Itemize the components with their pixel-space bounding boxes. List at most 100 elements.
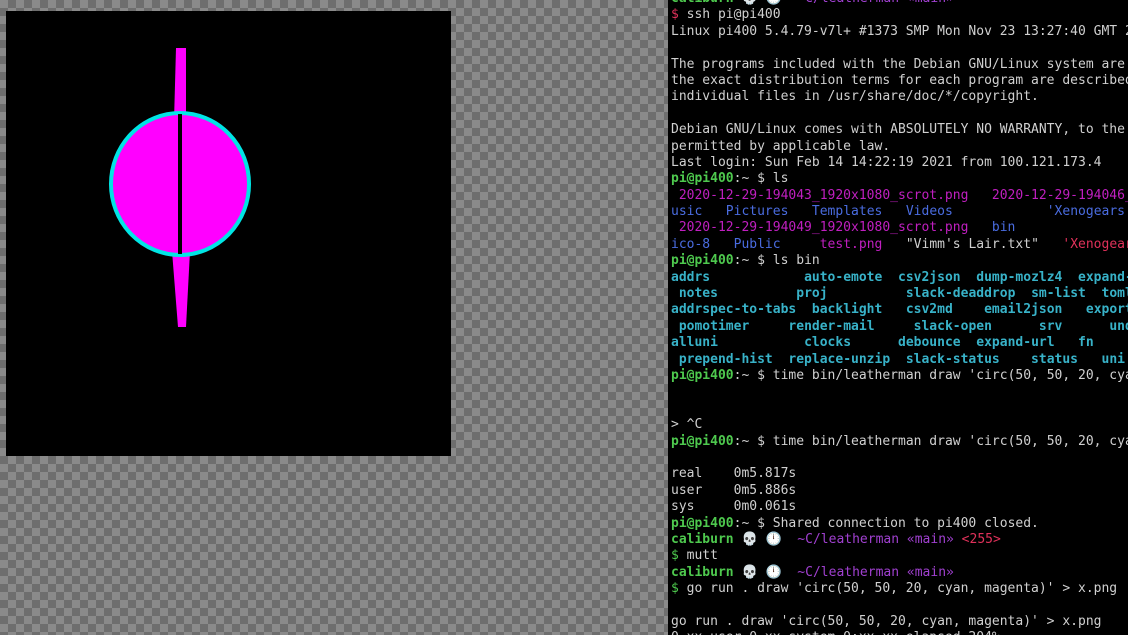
terminal-text: :~ $ (733, 367, 773, 383)
skull-clock-icons: 💀 🕛 (741, 531, 782, 547)
skull-clock-icons: 💀 🕛 (741, 0, 781, 6)
terminal-line: $ mutt (671, 548, 1128, 564)
terminal-text: 'Xenogears' (1046, 204, 1128, 220)
terminal-line: real 0m5.817s (671, 466, 1128, 482)
terminal-line: the exact distribution terms for each pr… (671, 73, 1128, 89)
terminal-line: pi@pi400:~ $ ls (671, 171, 1128, 187)
terminal-line: usic Pictures Templates Videos 'Xenogear… (671, 204, 1128, 220)
terminal-text: user 0m5.886s (671, 482, 797, 498)
terminal-text: mutt (686, 548, 718, 564)
terminal-text: Pictures (725, 204, 789, 220)
terminal-text: 2020-12-29-194049_1920x1080_scrot.png (671, 220, 969, 236)
terminal-text: proj (796, 286, 828, 302)
terminal-text: ico-8 (671, 236, 711, 252)
terminal-text: time bin/leatherman draw 'circ(50, 50, 2… (772, 433, 1128, 449)
terminal-text: individual files in /usr/share/doc/*/cop… (671, 89, 1039, 105)
terminal-text: pi@pi400 (671, 515, 734, 531)
terminal-text: :~ $ (733, 433, 773, 449)
terminal-line: prepend-hist replace-unzip slack-status … (671, 352, 1128, 368)
terminal-text: slack-deaddrop (905, 286, 1016, 302)
terminal-line: notes proj slack-deaddrop sm-list toml2j… (671, 286, 1128, 302)
terminal-text: real 0m5.817s (671, 466, 797, 482)
terminal-text: > ^C (671, 417, 703, 433)
terminal-text: caliburn (671, 531, 742, 547)
terminal-line: Last login: Sun Feb 14 14:22:19 2021 fro… (671, 155, 1128, 171)
terminal-text: usic (671, 204, 703, 220)
terminal-window[interactable]: caliburn 💀 🕛 ~C/leatherman «main»$ ssh p… (668, 0, 1128, 635)
terminal-text: pi@pi400 (671, 367, 734, 383)
terminal-text: 'Xenogears' (1062, 236, 1128, 252)
terminal-line: pi@pi400:~ $ time bin/leatherman draw 'c… (671, 434, 1128, 450)
terminal-line: ico-8 Public test.png "Vimm's Lair.txt" … (671, 237, 1128, 253)
skull-clock-icons: 💀 🕛 (741, 564, 782, 580)
terminal-text: auto-emote (804, 269, 883, 285)
terminal-text: pomotimer (671, 318, 750, 334)
terminal-line: addrspec-to-tabs backlight csv2md email2… (671, 302, 1128, 318)
terminal-text: export-bamboohr (1085, 302, 1128, 318)
terminal-text: :~ $ (733, 515, 773, 531)
terminal-text: notes (671, 286, 718, 302)
image-viewer-window (6, 11, 451, 456)
terminal-text: caliburn (671, 0, 741, 6)
terminal-line: sys 0m0.061s (671, 499, 1128, 515)
terminal-text: Videos (905, 204, 953, 220)
terminal-text: ls bin (772, 253, 820, 269)
terminal-line: The programs included with the Debian GN… (671, 57, 1128, 73)
terminal-line: permitted by applicable law. (671, 139, 1128, 155)
terminal-text: csv2md (905, 302, 953, 318)
terminal-line: caliburn 💀 🕛 ~C/leatherman «main» (671, 0, 1128, 7)
terminal-text: prepend-hist (671, 351, 773, 367)
terminal-text: <255> (961, 531, 1001, 547)
terminal-line: pi@pi400:~ $ time bin/leatherman draw 'c… (671, 368, 1128, 384)
terminal-text: clocks (804, 335, 852, 351)
drip-top (174, 48, 186, 121)
terminal-line: Linux pi400 5.4.79-v7l+ #1373 SMP Mon No… (671, 24, 1128, 40)
terminal-text: 0.xx user 0.xx system 0:xx.xx elapsed 20… (671, 630, 1000, 635)
terminal-text: fn (1078, 335, 1094, 351)
terminal-text: the exact distribution terms for each pr… (671, 72, 1128, 88)
terminal-text: Templates (811, 204, 883, 220)
terminal-text: backlight (811, 302, 883, 318)
terminal-text: uni (1101, 351, 1125, 367)
terminal-text: ~C/leatherman «main» (782, 0, 954, 6)
terminal-text: toml2json (1101, 286, 1128, 302)
terminal-line: caliburn 💀 🕛 ~C/leatherman «main» <255> (671, 532, 1128, 548)
terminal-text: :~ $ (733, 253, 773, 269)
terminal-text: bin (991, 220, 1016, 236)
terminal-text: dump-mozlz4 (976, 269, 1063, 285)
terminal-text: csv2json (898, 269, 961, 285)
terminal-line: caliburn 💀 🕛 ~C/leatherman «main» (671, 565, 1128, 581)
terminal-text: sys 0m0.061s (671, 499, 797, 515)
terminal-line: individual files in /usr/share/doc/*/cop… (671, 89, 1128, 105)
terminal-text: ls (772, 171, 789, 187)
terminal-line: Debian GNU/Linux comes with ABSOLUTELY N… (671, 122, 1128, 138)
terminal-text: go run . draw 'circ(50, 50, 20, cyan, ma… (671, 613, 1102, 629)
terminal-line: $ ssh pi@pi400 (671, 7, 1128, 23)
terminal-text: srv (1038, 318, 1063, 334)
terminal-text: render-mail (788, 318, 875, 334)
terminal-text: sm-list (1031, 286, 1086, 302)
terminal-text: The programs included with the Debian GN… (671, 56, 1125, 72)
terminal-text: "Vimm's Lair.txt" (882, 236, 1063, 252)
terminal-text: alluni (671, 335, 718, 351)
